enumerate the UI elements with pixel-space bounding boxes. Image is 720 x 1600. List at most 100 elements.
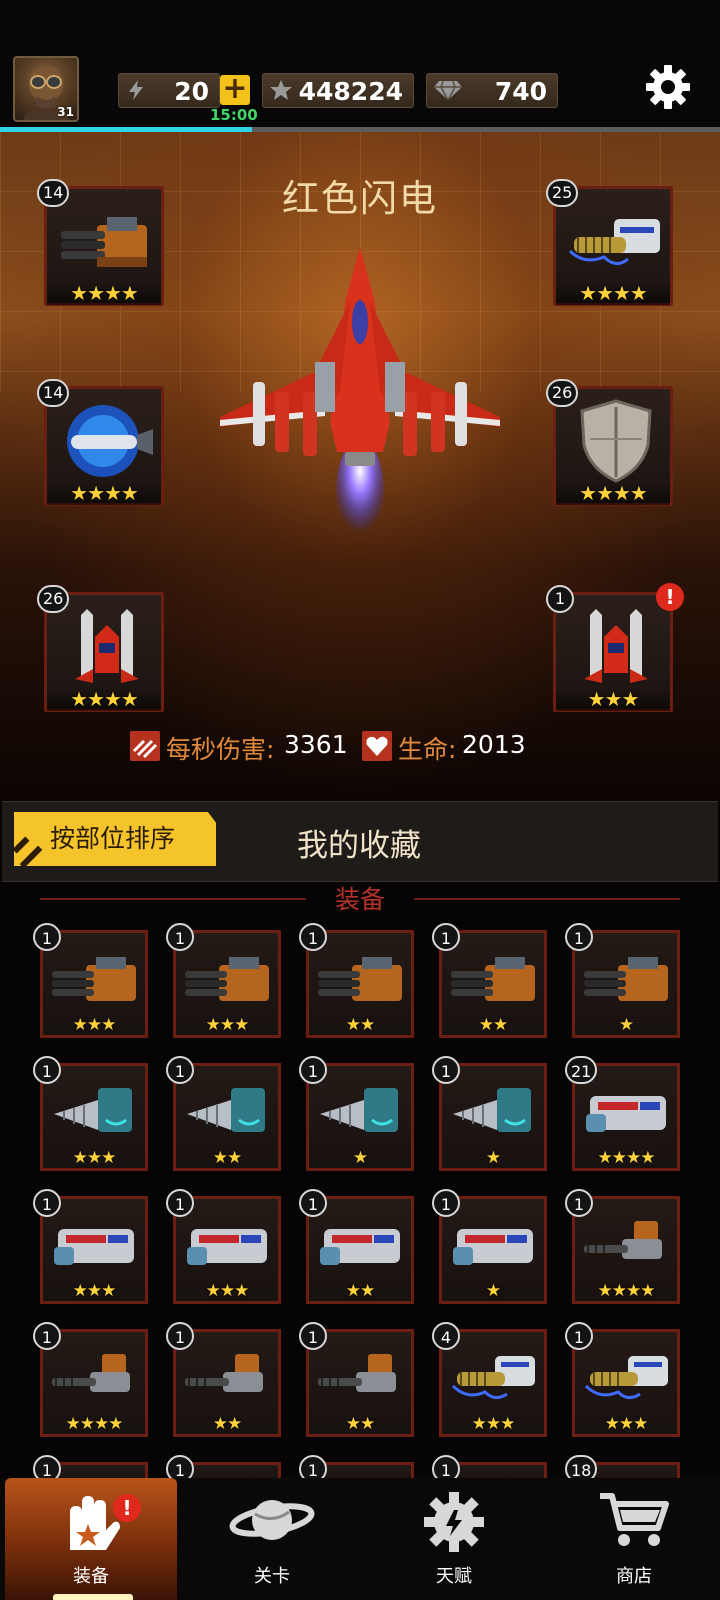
inventory-item[interactable]: 1 ★★★ <box>33 923 148 1038</box>
item-stars: ★★★ <box>72 1015 117 1035</box>
nav-tab-shop[interactable]: 商店 <box>548 1478 720 1600</box>
laser-cannon-icon <box>320 1229 400 1265</box>
drill-cannon-icon <box>320 1088 398 1132</box>
item-stars: ★ <box>618 1015 634 1035</box>
laser-cannon-icon <box>586 1096 666 1132</box>
inventory-item[interactable]: 1 ★★★ <box>166 923 281 1038</box>
nav-label-equipment: 装备 <box>73 1566 109 1587</box>
dps-value: 3361 <box>284 730 348 759</box>
inventory-item[interactable]: 21 ★★★★ <box>565 1056 680 1171</box>
gems-value: 740 <box>494 77 547 106</box>
nav-label-levels: 关卡 <box>254 1566 290 1587</box>
wingman-drone-icon <box>584 609 648 683</box>
inventory-item[interactable]: 1 ★★ <box>166 1056 281 1171</box>
diamond-icon <box>434 80 462 101</box>
item-stars: ★★ <box>345 1015 375 1035</box>
minigun-icon <box>52 1354 130 1392</box>
slot-level-badge: 26 <box>546 379 579 407</box>
slot-stars: ★★★★ <box>47 687 161 711</box>
slot-stars: ★★★★ <box>47 281 161 305</box>
gatling-gun-icon <box>318 957 402 1001</box>
item-stars: ★★ <box>345 1281 375 1301</box>
item-stars: ★★★ <box>72 1148 117 1168</box>
nav-label-shop: 商店 <box>616 1566 652 1587</box>
equip-slot-secondary-gun[interactable]: 25 ★★★★ <box>546 179 673 306</box>
gatling-gun-icon <box>185 957 269 1001</box>
equip-slot-main-gun[interactable]: 14 ★★★★ <box>37 179 164 306</box>
inventory-item[interactable]: 1 ★★ <box>299 1322 414 1437</box>
gatling-gun-icon <box>52 957 136 1001</box>
wingman-drone-icon <box>75 609 139 683</box>
item-stars: ★★★ <box>205 1015 250 1035</box>
sort-by-slot-label: 按部位排序 <box>50 824 176 853</box>
sort-by-slot-button[interactable]: 按部位排序 <box>14 812 216 866</box>
add-energy-button[interactable]: + <box>220 74 250 105</box>
stars-value: 448224 <box>298 77 403 106</box>
drill-cannon-icon <box>187 1088 265 1132</box>
slot-stars: ★★★★ <box>556 481 670 505</box>
energy-value: 20 <box>174 77 209 106</box>
plasma-cannon-icon <box>584 1356 668 1399</box>
my-favorites-tab[interactable]: 我的收藏 <box>297 820 421 865</box>
item-stars: ★★★ <box>205 1281 250 1301</box>
nav-tab-equipment[interactable]: ! 装备 <box>5 1478 177 1600</box>
settings-button[interactable] <box>645 64 691 110</box>
dps-label: 每秒伤害: <box>166 735 275 764</box>
energy-timer: 15:00 <box>210 106 258 124</box>
inventory-item[interactable]: 1 ★★ <box>299 1189 414 1304</box>
talent-gear-icon <box>424 1492 484 1552</box>
nav-tab-talents[interactable]: 天赋 <box>368 1478 540 1600</box>
equip-slot-armor[interactable]: 26 ★★★★ <box>546 379 673 506</box>
equip-slot-missile[interactable]: 14 ★★★★ <box>37 379 164 506</box>
hp-value: 2013 <box>462 730 526 759</box>
inventory-item[interactable]: 1 ★★ <box>299 923 414 1038</box>
hp-label: 生命: <box>398 735 457 764</box>
equip-slot-right-wingman[interactable]: 1 ! ★★★ <box>546 583 684 712</box>
drill-cannon-icon <box>453 1088 531 1132</box>
slot-level-badge: 14 <box>37 179 70 207</box>
item-stars: ★ <box>352 1148 368 1168</box>
inventory-item[interactable]: 1 ★★★ <box>33 1056 148 1171</box>
inventory-item[interactable]: 1 ★★ <box>432 923 547 1038</box>
inventory-item[interactable]: 4 ★★★ <box>432 1322 547 1437</box>
nav-tab-levels[interactable]: 关卡 <box>186 1478 358 1600</box>
planet-icon <box>229 1500 315 1540</box>
item-stars: ★ <box>485 1281 501 1301</box>
star-icon <box>270 80 292 100</box>
inventory-item[interactable]: 1 ★★★★ <box>33 1322 148 1437</box>
minigun-icon <box>318 1354 396 1392</box>
equip-slot-left-wingman[interactable]: 26 ★★★★ <box>37 585 164 712</box>
inventory-item[interactable]: 1 ★★★★ <box>565 1189 680 1304</box>
fighter-jet-image[interactable] <box>215 242 505 542</box>
laser-cannon-icon <box>187 1229 267 1265</box>
inventory-item[interactable]: 1 ★ <box>299 1056 414 1171</box>
inventory-item[interactable]: 1 ★ <box>432 1056 547 1171</box>
inventory-item[interactable]: 1 ★★ <box>166 1322 281 1437</box>
item-stars: ★★★ <box>471 1414 516 1434</box>
gatling-gun-icon <box>451 957 535 1001</box>
inventory-item[interactable]: 1 ★ <box>565 923 680 1038</box>
plasma-cannon-icon <box>451 1356 535 1399</box>
section-divider-right <box>414 898 680 900</box>
nav-label-talents: 天赋 <box>436 1566 472 1587</box>
inventory-item[interactable]: 1 ★★★ <box>33 1189 148 1304</box>
slot-alert-badge: ! <box>656 583 684 611</box>
inventory-item[interactable]: 1 ★ <box>432 1189 547 1304</box>
damage-icon <box>130 731 160 761</box>
heart-icon <box>362 731 392 761</box>
minigun-icon <box>185 1354 263 1392</box>
item-stars: ★★★ <box>604 1414 649 1434</box>
plasma-cannon-icon <box>568 219 660 265</box>
player-level: 31 <box>57 105 74 119</box>
plasma-missile-icon <box>67 405 153 477</box>
inventory-item[interactable]: 1 ★★★ <box>565 1322 680 1437</box>
item-stars: ★★★★ <box>597 1148 656 1168</box>
inventory-item[interactable]: 1 ★★★ <box>166 1189 281 1304</box>
player-avatar[interactable]: 31 <box>13 56 79 122</box>
shop-cart-icon <box>600 1493 669 1546</box>
slot-level-badge: 26 <box>37 585 70 613</box>
laser-cannon-icon <box>54 1229 134 1265</box>
item-stars: ★★ <box>212 1414 242 1434</box>
item-stars: ★★ <box>478 1015 508 1035</box>
slot-stars: ★★★ <box>556 687 670 711</box>
